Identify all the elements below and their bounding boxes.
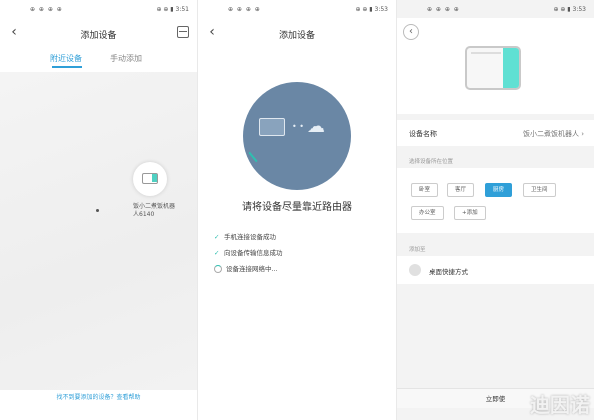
screenshot-stage: ⊕ ⊕ ⊕ ⊕ ⊕ ⊕ ▮ 3:51 ‹ 添加设备 附近设备 手动添加 饭小二煮… [0,0,594,420]
nearby-devices-screen: ⊕ ⊕ ⊕ ⊕ ⊕ ⊕ ▮ 3:51 ‹ 添加设备 附近设备 手动添加 饭小二煮… [0,0,197,420]
desktop-shortcut-row[interactable]: 桌面快捷方式 [397,256,594,284]
tab-nearby-devices[interactable]: 附近设备 [50,53,82,64]
step-item: ✓ 手机连接设备成功 [214,231,276,241]
room-chip-bathroom[interactable]: 卫生间 [523,183,556,197]
cloud-icon: ☁ [307,116,325,137]
add-to-section-label: 添加至 [409,247,426,253]
status-bar: ⊕ ⊕ ⊕ ⊕ ⊕ ⊕ ▮ 3:53 [397,0,594,18]
scan-icon[interactable] [177,26,189,38]
connection-illustration: • • ☁ [243,82,351,190]
help-link[interactable]: 找不到要添加的设备？查看帮助 [0,392,197,401]
status-bar: ⊕ ⊕ ⊕ ⊕ ⊕ ⊕ ▮ 3:53 [198,0,396,18]
room-chip-kitchen[interactable]: 厨房 [485,183,513,197]
found-device-button[interactable] [133,162,167,196]
step-label: 向设备传输信息成功 [224,249,283,257]
device-name-value: 饭小二煮饭机器人 › [522,130,584,138]
page-title: 添加设备 [278,31,315,41]
tab-manual-add[interactable]: 手动添加 [110,53,142,64]
room-chip-living-room[interactable]: 客厅 [447,183,475,197]
radar-scan-area [0,72,197,390]
status-icons-left: ⊕ ⊕ ⊕ ⊕ [30,6,63,13]
transfer-dots-icon: • • [292,122,304,131]
page-title: 添加设备 [80,31,117,41]
scan-center-dot [96,209,99,212]
nav-bar: ‹ 添加设备 [198,18,396,48]
device-name-row[interactable]: 设备名称 饭小二煮饭机器人 › [397,120,594,146]
loading-spinner-icon [214,265,222,273]
connecting-screen: ⊕ ⊕ ⊕ ⊕ ⊕ ⊕ ▮ 3:53 ‹ 添加设备 • • ☁ 请将设备尽量靠近… [198,0,396,420]
device-setup-screen: ⊕ ⊕ ⊕ ⊕ ⊕ ⊕ ▮ 3:53 ‹ 设备名称 饭小二煮饭机器人 › 选择设… [397,0,594,420]
status-icons-right: ⊕ ⊕ ▮ 3:51 [156,6,189,13]
check-icon: ✓ [214,249,220,257]
device-icon [259,118,285,136]
step-item: ✓ 向设备传输信息成功 [214,247,283,257]
status-icons-right: ⊕ ⊕ ▮ 3:53 [553,6,586,13]
status-icons-right: ⊕ ⊕ ▮ 3:53 [355,6,388,13]
step-label: 手机连接设备成功 [224,233,276,241]
found-device-label: 饭小二煮饭机器人6140 [133,203,176,218]
shortcut-label: 桌面快捷方式 [429,268,468,276]
device-hero: ‹ [397,18,594,114]
step-label: 设备连接网络中... [226,265,278,273]
tab-bar: 附近设备 手动添加 [0,50,197,70]
status-icons-left: ⊕ ⊕ ⊕ ⊕ [228,6,261,13]
room-chip-office[interactable]: 办公室 [411,206,444,220]
location-section-label: 选择设备所在位置 [409,159,454,165]
room-chip-bedroom[interactable]: 卧室 [411,183,439,197]
shortcut-toggle[interactable] [409,264,421,276]
step-item: 设备连接网络中... [214,263,278,273]
room-chip-group: 卧室 客厅 厨房 卫生间 办公室 +添加 [397,168,594,233]
add-room-button[interactable]: +添加 [454,206,486,220]
back-arrow-icon[interactable]: ‹ [403,24,419,40]
status-icons-left: ⊕ ⊕ ⊕ ⊕ [427,6,460,13]
status-bar: ⊕ ⊕ ⊕ ⊕ ⊕ ⊕ ▮ 3:51 [0,0,197,18]
active-tab-indicator [52,66,82,68]
watermark-logo: 迪因诺 [530,393,590,417]
check-icon: ✓ [214,233,220,241]
rice-cooker-icon [142,173,158,184]
nav-bar: ‹ 添加设备 [0,18,197,48]
instruction-headline: 请将设备尽量靠近路由器 [242,202,352,213]
rice-cooker-icon [465,46,521,90]
device-name-key: 设备名称 [409,130,437,138]
